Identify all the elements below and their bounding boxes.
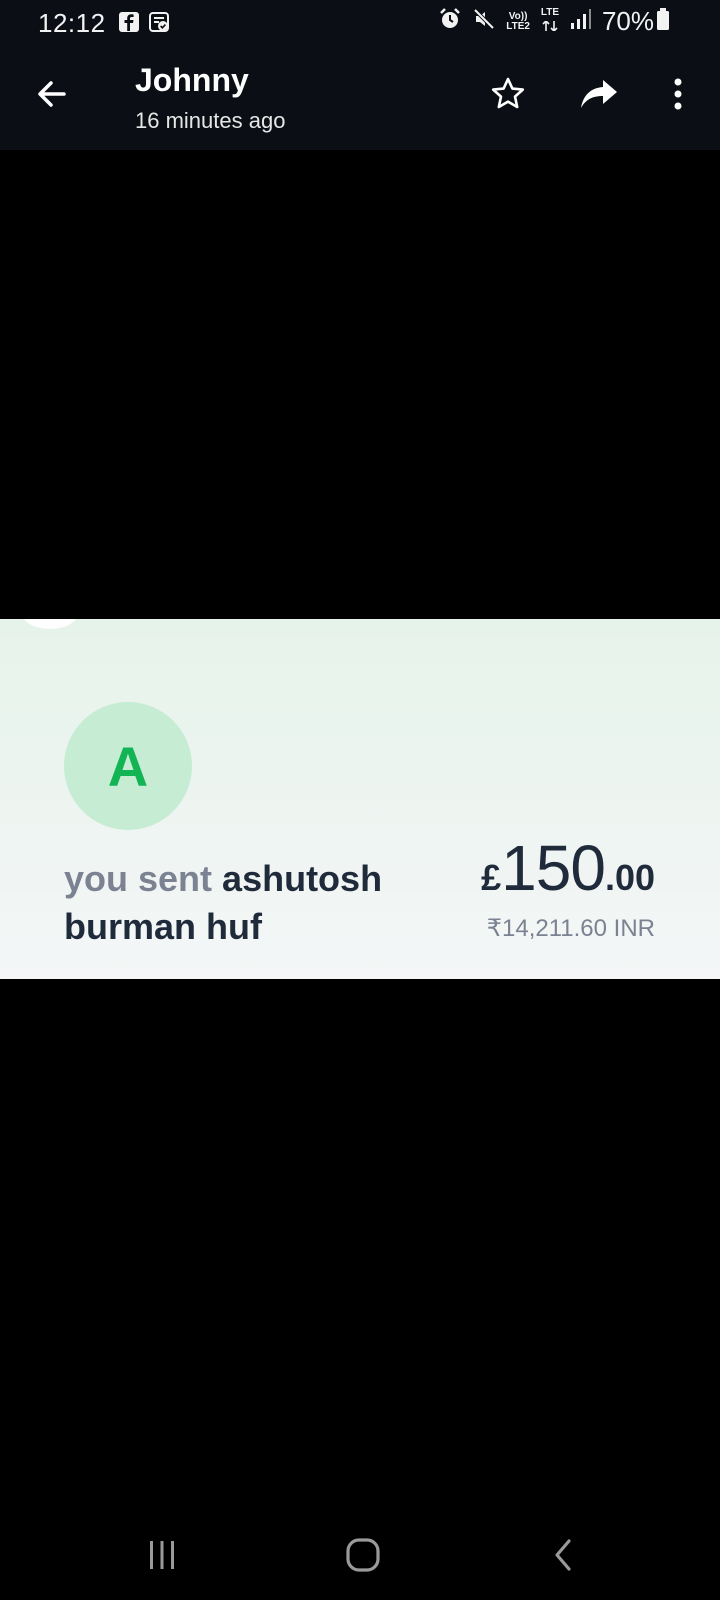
amount-decimal: .00 xyxy=(604,857,655,898)
notification-icons xyxy=(118,11,170,38)
message-timestamp: 16 minutes ago xyxy=(135,108,286,133)
currency-symbol: £ xyxy=(481,857,502,898)
clipboard-check-icon xyxy=(148,11,170,38)
status-bar: 12:12 Vo)) LTE2 LTE 70% xyxy=(0,0,720,46)
app-bar: Johnny 16 minutes ago xyxy=(0,46,720,150)
payment-amount: £150.00 xyxy=(481,831,655,905)
converted-amount: ₹14,211.60 INR xyxy=(486,915,655,942)
recipient-avatar: A xyxy=(64,702,192,830)
payment-image[interactable]: A you sent ashutosh burman huf £150.00 ₹… xyxy=(0,619,720,979)
payment-prefix: you sent xyxy=(64,858,213,899)
signal-icon xyxy=(570,8,592,35)
amount-whole: 150 xyxy=(501,832,606,904)
battery-percent: 70% xyxy=(601,6,654,36)
payment-description: you sent ashutosh burman huf xyxy=(64,855,424,951)
recents-icon xyxy=(150,1541,174,1569)
home-icon xyxy=(346,1538,380,1572)
back-button[interactable] xyxy=(30,72,74,116)
arrow-left-icon xyxy=(38,81,66,107)
alarm-icon xyxy=(438,7,462,36)
more-options-button[interactable] xyxy=(654,70,702,118)
facebook-icon xyxy=(118,11,140,38)
share-icon xyxy=(581,80,617,108)
volte-lte2-icon: Vo)) LTE2 xyxy=(506,10,530,32)
battery-icon xyxy=(656,7,670,36)
contact-name: Johnny xyxy=(135,62,249,98)
system-back-button[interactable] xyxy=(534,1530,594,1580)
status-time: 12:12 xyxy=(38,8,106,38)
home-button[interactable] xyxy=(333,1530,393,1580)
star-button[interactable] xyxy=(484,70,532,118)
recents-button[interactable] xyxy=(132,1530,192,1580)
image-corner-shape xyxy=(22,619,78,629)
navigation-bar xyxy=(0,1510,720,1600)
star-icon xyxy=(491,77,525,109)
status-right-icons: Vo)) LTE2 LTE 70% xyxy=(438,6,670,37)
lte-data-icon: LTE xyxy=(540,7,560,36)
more-vertical-icon xyxy=(674,78,682,110)
back-icon xyxy=(555,1539,571,1571)
forward-button[interactable] xyxy=(575,70,623,118)
mute-icon xyxy=(472,7,496,36)
